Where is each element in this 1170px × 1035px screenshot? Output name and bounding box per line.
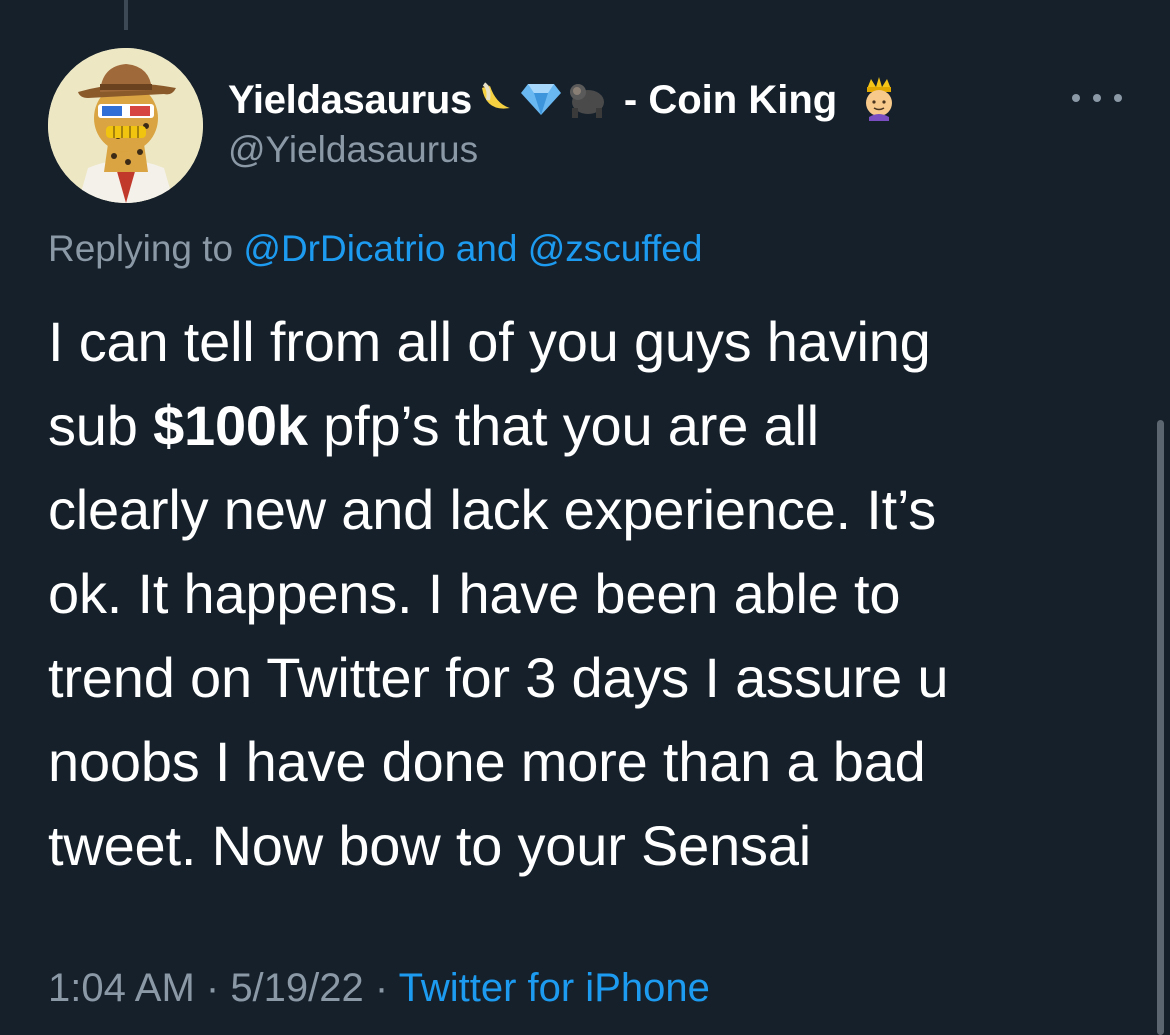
mention-connector[interactable]: and	[456, 228, 518, 269]
tweet-time[interactable]: 1:04 AM	[48, 966, 195, 1010]
replying-to-line: Replying to @DrDicatrio and @zscuffed	[48, 222, 702, 276]
tweet-line: noobs I have done more than a bad	[48, 730, 926, 793]
more-dot	[1072, 94, 1080, 102]
tweet-line: tweet. Now bow to your Sensai	[48, 814, 812, 877]
user-handle[interactable]: @Yieldasaurus	[228, 128, 899, 172]
tweet-text: I can tell from all of you guys having s…	[48, 300, 1138, 888]
more-dot	[1093, 94, 1101, 102]
author-header: Yieldasaurus - Coin King @Yieldasaurus	[228, 72, 899, 172]
prince-emoji	[859, 75, 899, 126]
display-name-suffix: - Coin King	[623, 77, 838, 122]
avatar[interactable]	[48, 48, 203, 203]
tweet-line: trend on Twitter for 3 days I assure u	[48, 646, 949, 709]
thread-connector-line	[124, 0, 128, 30]
meta-separator: ·	[363, 966, 399, 1010]
mention-drdicatrio[interactable]: @DrDicatrio	[243, 228, 445, 269]
more-options-icon[interactable]	[1072, 86, 1122, 110]
ape-avatar-image	[48, 48, 203, 203]
tweet-bold-amount: $100k	[153, 394, 308, 457]
replying-to-label: Replying to	[48, 228, 234, 269]
display-name[interactable]: Yieldasaurus	[228, 78, 472, 123]
more-dot	[1114, 94, 1122, 102]
display-name-row[interactable]: Yieldasaurus - Coin King	[228, 72, 899, 128]
tweet-line: ok. It happens. I have been able to	[48, 562, 901, 625]
banana-emoji	[476, 78, 516, 123]
tweet-text-segment: pfp’s that you are all	[307, 394, 819, 457]
meta-separator: ·	[194, 966, 231, 1010]
tweet-line: I can tell from all of you guys having	[48, 310, 931, 373]
tweet-source-link[interactable]: Twitter for iPhone	[399, 966, 710, 1010]
gorilla-emoji	[566, 78, 610, 123]
tweet-line: sub $100k pfp’s that you are all	[48, 384, 1138, 468]
tweet-metadata: 1:04 AM · 5/19/22 · Twitter for iPhone	[48, 960, 710, 1016]
tweet-text-segment: sub	[48, 394, 154, 457]
mention-zscuffed[interactable]: @zscuffed	[528, 228, 703, 269]
gem-emoji	[520, 78, 562, 123]
tweet-date[interactable]: 5/19/22	[230, 966, 363, 1010]
tweet-line: clearly new and lack experience. It’s	[48, 478, 937, 541]
scrollbar[interactable]	[1157, 420, 1164, 1035]
